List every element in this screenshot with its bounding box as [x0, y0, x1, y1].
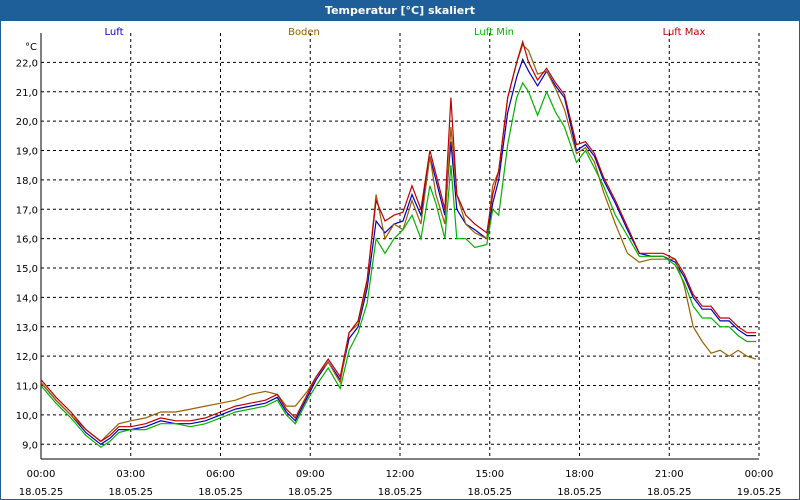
x-axis-ticks: 00:00 18.05.25 03:00 18.05.25 06:00 18.05.25 0…	[19, 469, 782, 498]
x-tick-time: 21:00	[655, 469, 684, 480]
x-tick-time: 12:00	[386, 469, 415, 480]
temperature-chart: °C Luft Boden Luft Min Luft Max 9,0 10,0 11,0…	[16, 27, 782, 498]
x-tick-date: 18.05.25	[288, 487, 333, 498]
y-tick-label: 20,0	[16, 117, 38, 128]
y-tick-label: 16,0	[16, 235, 38, 246]
y-tick-label: 9,0	[22, 440, 38, 451]
y-tick-label: 19,0	[16, 147, 38, 158]
series-line-luft-max	[40, 39, 756, 443]
x-tick-time: 03:00	[116, 469, 145, 480]
y-unit-label: °C	[25, 42, 37, 53]
x-tick-time: 15:00	[475, 469, 504, 480]
y-tick-label: 10,0	[16, 411, 38, 422]
x-tick-time: 18:00	[565, 469, 594, 480]
y-tick-label: 15,0	[16, 264, 38, 275]
y-tick-label: 21,0	[16, 88, 38, 99]
x-tick-date: 18.05.25	[557, 487, 602, 498]
series-group	[40, 39, 757, 448]
legend-item-luft-min: Luft Min	[474, 27, 514, 38]
x-tick-date: 18.05.25	[467, 487, 512, 498]
x-tick-date: 18.05.25	[19, 487, 64, 498]
legend-item-boden: Boden	[288, 27, 320, 38]
x-tick-time: 06:00	[206, 469, 235, 480]
y-tick-label: 13,0	[16, 323, 38, 334]
legend: Luft Boden Luft Min Luft Max	[105, 27, 706, 38]
series-line-luft	[40, 57, 756, 446]
x-tick-time: 09:00	[296, 469, 325, 480]
chart-window: Temperatur [°C] skaliert °C Luft Boden Luf…	[0, 0, 800, 500]
x-tick-time: 00:00	[745, 469, 774, 480]
y-tick-label: 14,0	[16, 293, 38, 304]
x-tick-date: 18.05.25	[108, 487, 153, 498]
legend-item-luft-max: Luft Max	[663, 27, 706, 38]
window-title: Temperatur [°C] skaliert	[1, 1, 799, 21]
x-tick-date: 18.05.25	[378, 487, 423, 498]
x-tick-date: 19.05.25	[737, 487, 782, 498]
y-tick-label: 12,0	[16, 352, 38, 363]
x-tick-date: 18.05.25	[198, 487, 243, 498]
series-line-boden	[40, 43, 757, 443]
y-axis-ticks: 9,0 10,0 11,0 12,0 13,0 14,0 15,0 16,0 17,0 18,0 1…	[16, 58, 38, 451]
series-line-luft-min	[40, 81, 756, 448]
grid	[40, 33, 760, 459]
y-tick-label: 18,0	[16, 176, 38, 187]
legend-item-luft: Luft	[105, 27, 124, 38]
y-tick-label: 22,0	[16, 58, 38, 69]
x-tick-date: 18.05.25	[647, 487, 692, 498]
x-tick-time: 00:00	[27, 469, 56, 480]
y-tick-label: 11,0	[16, 382, 38, 393]
y-tick-label: 17,0	[16, 205, 38, 216]
